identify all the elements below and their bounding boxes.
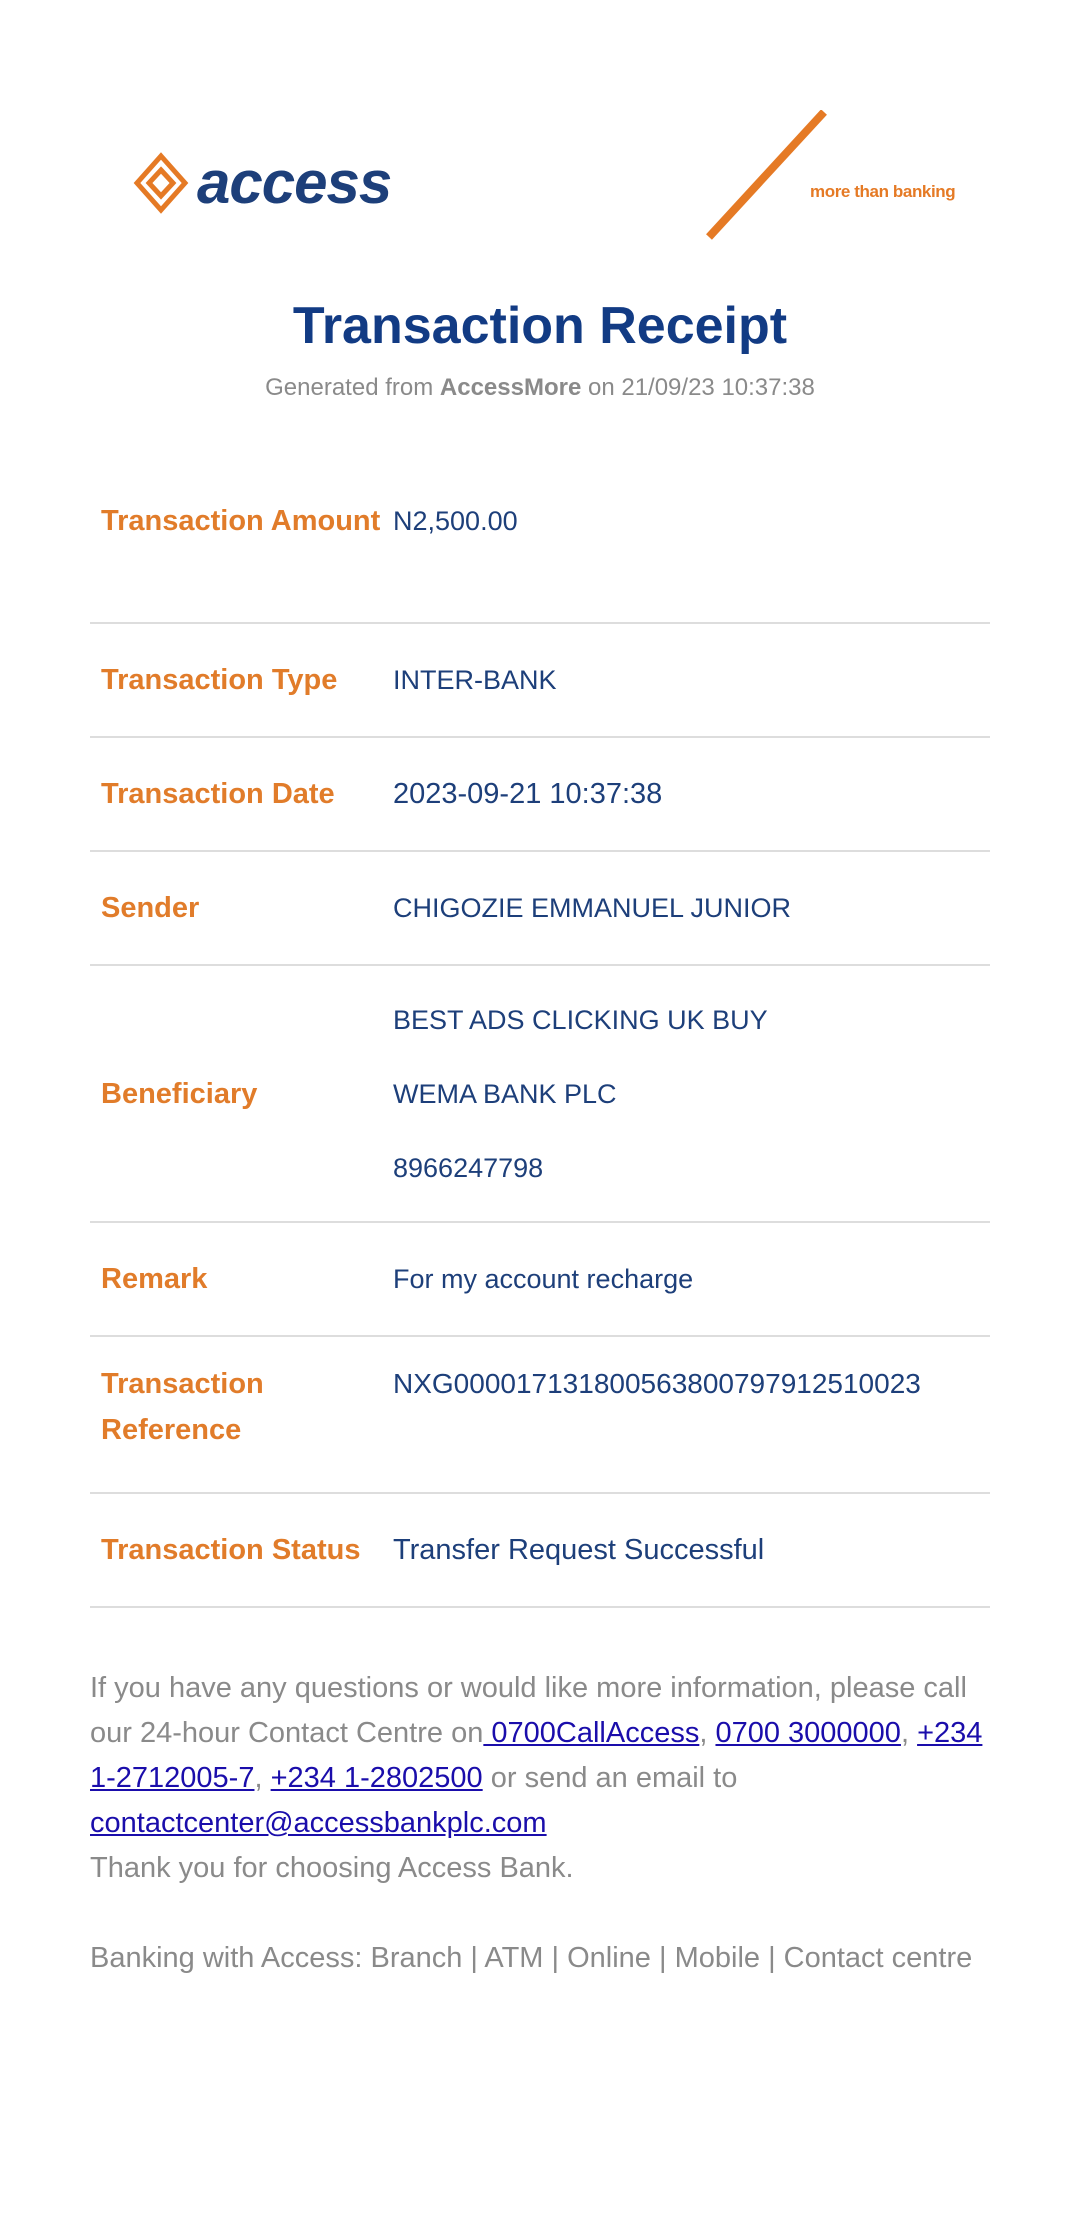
row-transaction-date: Transaction Date 2023-09-21 10:37:38 [90, 738, 990, 852]
phone-link-3[interactable]: +234 1-2802500 [271, 1762, 483, 1794]
separator: , [254, 1762, 271, 1794]
generated-line: Generated from AccessMore on 21/09/23 10… [0, 373, 1080, 403]
callaccess-link[interactable]: 0700CallAccess [483, 1717, 699, 1749]
email-prefix: or send an email to [482, 1762, 738, 1794]
tagline-logo: more than banking [700, 109, 960, 240]
beneficiary-label: Beneficiary [101, 1077, 258, 1110]
beneficiary-name: BEST ADS CLICKING UK BUY [393, 1004, 768, 1035]
remark-label: Remark [101, 1263, 208, 1295]
row-transaction-reference: Transaction Reference NXG000017131800563… [90, 1337, 990, 1494]
beneficiary-value: BEST ADS CLICKING UK BUY WEMA BANK PLC 8… [393, 983, 990, 1205]
email-link[interactable]: contactcenter@accessbankplc.com [90, 1807, 547, 1839]
thanks-text: Thank you for choosing Access Bank. [90, 1852, 574, 1884]
page-title: Transaction Receipt [292, 297, 788, 355]
status-label: Transaction Status [101, 1534, 361, 1566]
row-remark: Remark For my account recharge [90, 1223, 990, 1337]
status-value: Transfer Request Successful [393, 1534, 765, 1566]
row-beneficiary: Beneficiary BEST ADS CLICKING UK BUY WEM… [90, 966, 990, 1223]
access-logo-text: access [197, 149, 392, 216]
orange-slash-icon [706, 109, 827, 240]
banking-channels-text: Banking with Access: Branch | ATM | Onli… [90, 1942, 973, 1974]
row-transaction-amount: Transaction Amount N2,500.00 [90, 474, 990, 624]
receipt-page: access more than banking Transaction Rec… [0, 0, 1080, 2228]
access-logo: access [133, 149, 392, 216]
access-diamond-icon [133, 152, 189, 214]
reference-value: NXG000017131800563800797912510023 [393, 1368, 921, 1399]
beneficiary-bank: WEMA BANK PLC [393, 1078, 617, 1109]
tagline-text: more than banking [810, 182, 956, 201]
phone-link-1[interactable]: 0700 3000000 [715, 1717, 900, 1749]
generated-date: on 21/09/23 10:37:38 [587, 374, 815, 401]
reference-label: Transaction Reference [101, 1368, 264, 1446]
row-sender: Sender CHIGOZIE EMMANUEL JUNIOR [90, 852, 990, 966]
date-value: 2023-09-21 10:37:38 [393, 778, 663, 810]
transaction-details-table: Transaction Amount N2,500.00 Transaction… [90, 474, 990, 1608]
row-transaction-status: Transaction Status Transfer Request Succ… [90, 1494, 990, 1608]
amount-label: Transaction Amount [101, 505, 381, 537]
row-transaction-type: Transaction Type INTER-BANK [90, 624, 990, 738]
separator: , [900, 1717, 918, 1749]
sender-value: CHIGOZIE EMMANUEL JUNIOR [393, 893, 792, 923]
footer: If you have any questions or would like … [90, 1666, 996, 1981]
generated-app: AccessMore [439, 374, 582, 401]
type-value: INTER-BANK [393, 665, 557, 695]
contact-paragraph: If you have any questions or would like … [90, 1666, 996, 1846]
separator: , [699, 1717, 716, 1749]
remark-value: For my account recharge [393, 1264, 694, 1294]
beneficiary-account: 8966247798 [393, 1152, 544, 1183]
type-label: Transaction Type [101, 664, 338, 696]
amount-value: N2,500.00 [393, 506, 518, 536]
sender-label: Sender [101, 892, 200, 924]
date-label: Transaction Date [101, 778, 335, 810]
generated-prefix: Generated from [265, 374, 434, 401]
